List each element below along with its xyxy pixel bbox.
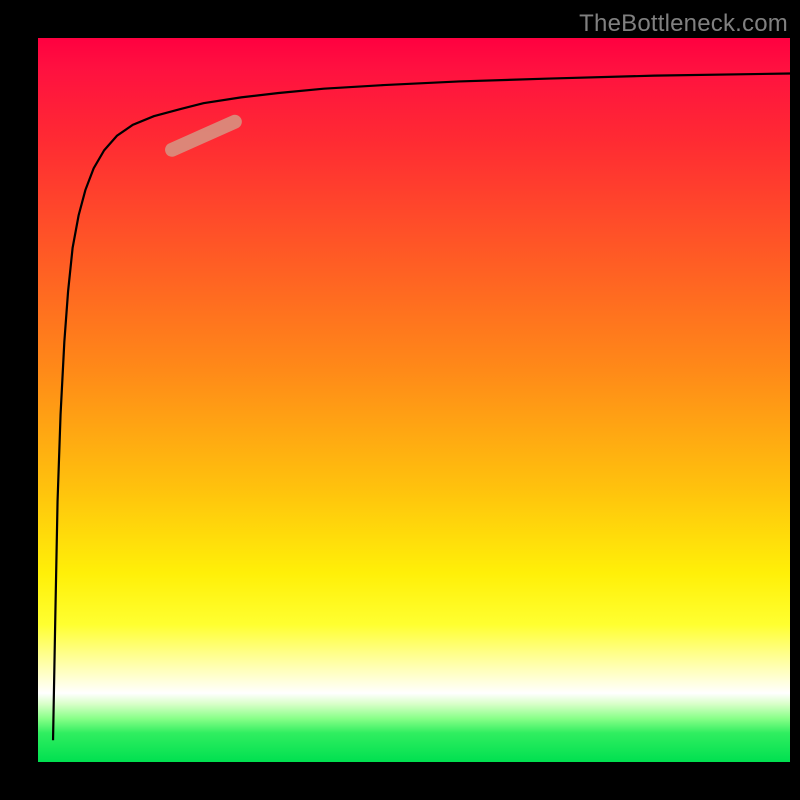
chart-wrap: TheBottleneck.com	[0, 0, 800, 800]
watermark-text: TheBottleneck.com	[579, 10, 788, 38]
plot-gradient-background	[38, 38, 790, 762]
